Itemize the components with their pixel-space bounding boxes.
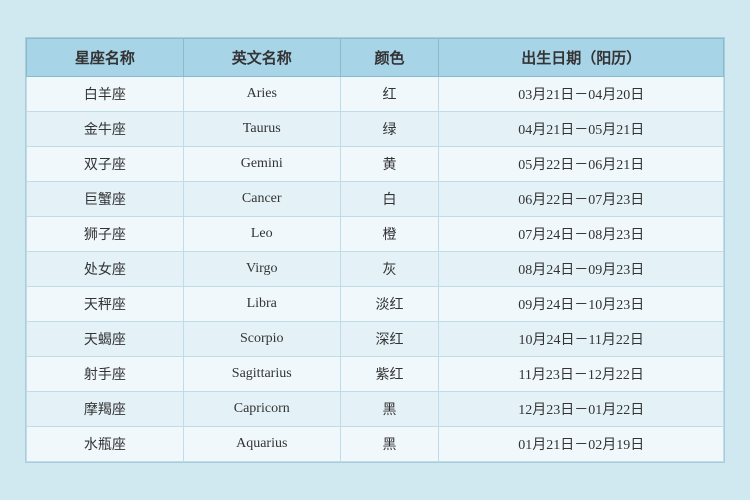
table-row: 射手座Sagittarius紫红11月23日－12月22日 [27, 357, 724, 392]
cell-7-2: 深红 [340, 322, 439, 357]
cell-10-2: 黑 [340, 427, 439, 462]
header-col-2: 颜色 [340, 39, 439, 77]
table-row: 金牛座Taurus绿04月21日－05月21日 [27, 112, 724, 147]
cell-1-2: 绿 [340, 112, 439, 147]
header-col-1: 英文名称 [183, 39, 340, 77]
cell-8-2: 紫红 [340, 357, 439, 392]
cell-7-0: 天蝎座 [27, 322, 184, 357]
cell-6-2: 淡红 [340, 287, 439, 322]
cell-2-0: 双子座 [27, 147, 184, 182]
cell-4-0: 狮子座 [27, 217, 184, 252]
cell-8-0: 射手座 [27, 357, 184, 392]
table-row: 白羊座Aries红03月21日－04月20日 [27, 77, 724, 112]
cell-0-3: 03月21日－04月20日 [439, 77, 724, 112]
cell-8-3: 11月23日－12月22日 [439, 357, 724, 392]
header-col-0: 星座名称 [27, 39, 184, 77]
table-row: 双子座Gemini黄05月22日－06月21日 [27, 147, 724, 182]
table-header-row: 星座名称英文名称颜色出生日期（阳历） [27, 39, 724, 77]
table-body: 白羊座Aries红03月21日－04月20日金牛座Taurus绿04月21日－0… [27, 77, 724, 462]
cell-6-0: 天秤座 [27, 287, 184, 322]
cell-9-2: 黑 [340, 392, 439, 427]
cell-3-3: 06月22日－07月23日 [439, 182, 724, 217]
zodiac-table-container: 星座名称英文名称颜色出生日期（阳历） 白羊座Aries红03月21日－04月20… [25, 37, 725, 463]
cell-0-1: Aries [183, 77, 340, 112]
cell-5-3: 08月24日－09月23日 [439, 252, 724, 287]
cell-0-2: 红 [340, 77, 439, 112]
cell-1-3: 04月21日－05月21日 [439, 112, 724, 147]
cell-3-1: Cancer [183, 182, 340, 217]
cell-7-3: 10月24日－11月22日 [439, 322, 724, 357]
cell-4-1: Leo [183, 217, 340, 252]
zodiac-table: 星座名称英文名称颜色出生日期（阳历） 白羊座Aries红03月21日－04月20… [26, 38, 724, 462]
cell-8-1: Sagittarius [183, 357, 340, 392]
cell-6-3: 09月24日－10月23日 [439, 287, 724, 322]
cell-4-3: 07月24日－08月23日 [439, 217, 724, 252]
cell-5-2: 灰 [340, 252, 439, 287]
cell-10-1: Aquarius [183, 427, 340, 462]
cell-6-1: Libra [183, 287, 340, 322]
cell-2-2: 黄 [340, 147, 439, 182]
cell-1-0: 金牛座 [27, 112, 184, 147]
table-row: 巨蟹座Cancer白06月22日－07月23日 [27, 182, 724, 217]
cell-9-3: 12月23日－01月22日 [439, 392, 724, 427]
table-row: 水瓶座Aquarius黑01月21日－02月19日 [27, 427, 724, 462]
cell-5-1: Virgo [183, 252, 340, 287]
cell-2-3: 05月22日－06月21日 [439, 147, 724, 182]
table-row: 狮子座Leo橙07月24日－08月23日 [27, 217, 724, 252]
cell-10-0: 水瓶座 [27, 427, 184, 462]
cell-1-1: Taurus [183, 112, 340, 147]
table-row: 摩羯座Capricorn黑12月23日－01月22日 [27, 392, 724, 427]
cell-9-1: Capricorn [183, 392, 340, 427]
cell-5-0: 处女座 [27, 252, 184, 287]
cell-2-1: Gemini [183, 147, 340, 182]
cell-7-1: Scorpio [183, 322, 340, 357]
table-row: 天蝎座Scorpio深红10月24日－11月22日 [27, 322, 724, 357]
table-row: 处女座Virgo灰08月24日－09月23日 [27, 252, 724, 287]
cell-3-0: 巨蟹座 [27, 182, 184, 217]
cell-4-2: 橙 [340, 217, 439, 252]
table-row: 天秤座Libra淡红09月24日－10月23日 [27, 287, 724, 322]
header-col-3: 出生日期（阳历） [439, 39, 724, 77]
cell-0-0: 白羊座 [27, 77, 184, 112]
cell-9-0: 摩羯座 [27, 392, 184, 427]
cell-3-2: 白 [340, 182, 439, 217]
cell-10-3: 01月21日－02月19日 [439, 427, 724, 462]
